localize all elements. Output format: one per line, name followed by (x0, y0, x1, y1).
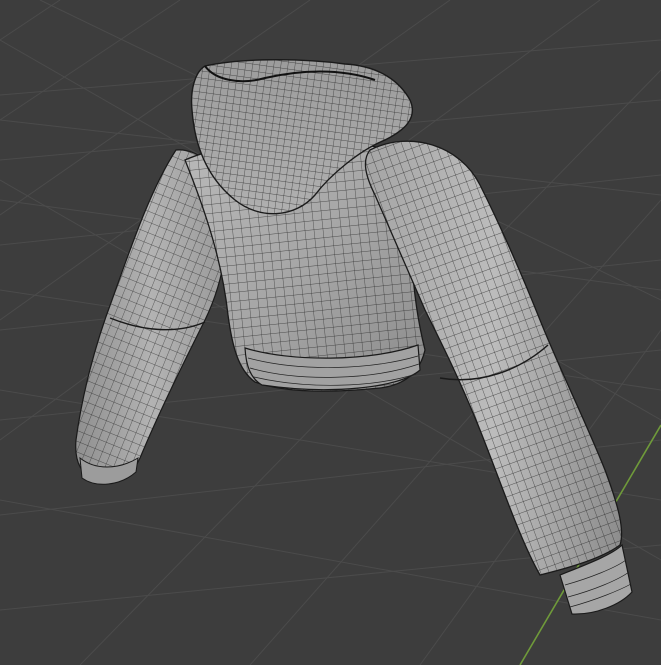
3d-viewport[interactable] (0, 0, 661, 665)
viewport-canvas[interactable] (0, 0, 661, 665)
